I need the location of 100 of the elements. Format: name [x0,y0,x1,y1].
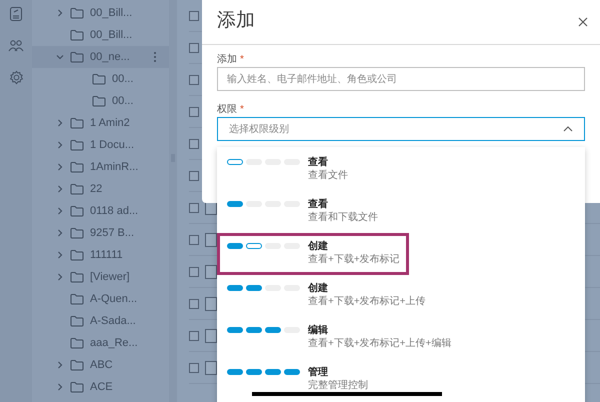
add-input-field[interactable]: 输入姓名、电子邮件地址、角色或公司 [217,67,585,91]
tree-item[interactable]: ABC [32,354,169,376]
row-checkbox[interactable] [189,298,199,308]
folder-name: 111111 [90,248,123,263]
settings-icon[interactable] [8,70,24,85]
tree-item[interactable]: 00_Bill... [32,24,169,46]
folder-name: ACE [90,380,113,395]
row-checkbox[interactable] [189,330,199,340]
document-icon[interactable] [9,6,23,22]
option-description: 查看+下载+发布标记+上传 [308,295,426,308]
folder-name: 00_Bill... [90,6,132,21]
chevron-icon[interactable] [56,163,64,171]
people-icon[interactable] [8,39,24,53]
required-mark: * [240,53,244,67]
folder-name: A-Sada... [90,314,136,329]
chevron-icon[interactable] [56,53,64,61]
tree-item[interactable]: ACE [32,376,169,398]
tree-item[interactable]: aaa_Re... [32,332,169,354]
option-description: 查看+下载+发布标记 [308,253,400,266]
tree-item[interactable]: 1 Docu... [32,134,169,156]
option-title: 查看 [308,198,329,211]
row-checkbox[interactable] [189,74,199,84]
chevron-icon[interactable] [56,9,64,17]
chevron-icon[interactable] [56,273,64,281]
folder-icon [70,161,84,173]
option-description: 查看文件 [308,169,348,182]
folder-icon [92,95,106,107]
permission-option[interactable]: 创建 查看+下载+发布标记 [217,232,585,274]
folder-icon [70,205,84,217]
chevron-icon[interactable] [56,229,64,237]
row-checkbox[interactable] [189,202,199,212]
folder-icon [70,7,84,19]
permission-option[interactable]: 查看 查看文件 [217,148,585,190]
folder-name: [Viewer] [90,270,130,285]
folder-icon [70,337,84,349]
option-title: 创建 [308,282,329,295]
tree-item[interactable]: [Viewer] [32,266,169,288]
folder-name: 1 Amin2 [90,116,130,131]
folder-icon [70,29,84,41]
folder-name: 22 [90,182,102,197]
tree-item[interactable]: 00_ne... [32,46,169,68]
tree-item[interactable]: A-Sada... [32,310,169,332]
option-description: 完整管理控制 [308,379,368,392]
option-description: 查看+下载+发布标记+上传+编辑 [308,337,452,350]
option-description: 查看和下载文件 [308,211,378,224]
tree-item[interactable]: 0118 ad... [32,200,169,222]
chevron-icon[interactable] [56,207,64,215]
folder-name: aaa_Re... [90,336,138,351]
option-title: 创建 [308,240,329,253]
folder-name: 0118 ad... [90,204,138,219]
tree-item[interactable]: 1 Amin2 [32,112,169,134]
option-title: 管理 [308,366,329,379]
row-checkbox[interactable] [189,42,199,52]
row-checkbox[interactable] [189,138,199,148]
permission-option[interactable]: 管理 完整管理控制 [217,358,585,400]
dialog-title: 添加 [217,9,255,34]
caret-icon [563,126,573,132]
folder-icon [70,249,84,261]
folder-name: 1 Docu... [90,138,134,153]
row-checkbox[interactable] [189,234,199,244]
row-checkbox[interactable] [189,106,199,116]
chevron-icon[interactable] [56,119,64,127]
chevron-icon[interactable] [56,383,64,391]
folder-icon [70,139,84,151]
permission-option[interactable]: 编辑 查看+下载+发布标记+上传+编辑 [217,316,585,358]
folder-name: 1AminR... [90,160,138,175]
tree-item[interactable]: A-Quen... [32,288,169,310]
row-checkbox[interactable] [189,266,199,276]
field-label: 权限 [217,102,237,117]
row-checkbox[interactable] [189,10,199,20]
permission-option[interactable]: 创建 查看+下载+发布标记+上传 [217,274,585,316]
permission-option[interactable]: 查看 查看和下载文件 [217,190,585,232]
row-checkbox[interactable] [189,362,199,372]
permission-select[interactable]: 选择权限级别 [217,117,585,141]
tree-item[interactable]: 111111 [32,244,169,266]
folder-name: A-Quen... [90,292,138,307]
row-checkbox[interactable] [189,170,199,180]
close-icon[interactable] [578,16,588,26]
chevron-icon[interactable] [56,361,64,369]
folder-icon [70,381,84,393]
folder-name: 00... [112,94,134,109]
tree-item[interactable]: 00... [32,68,169,90]
tree-item[interactable]: 00_Bill... [32,2,169,24]
tree-item[interactable]: 00... [32,90,169,112]
more-icon[interactable] [153,51,157,63]
tree-item[interactable]: 1AminR... [32,156,169,178]
tree-item[interactable]: 22 [32,178,169,200]
folder-icon [70,117,84,129]
folder-icon [92,73,106,85]
folder-icon [70,183,84,195]
folder-name: 9257 B... [90,226,134,241]
tree-item[interactable]: 9257 B... [32,222,169,244]
required-mark: * [240,103,244,117]
chevron-icon[interactable] [56,185,64,193]
folder-icon [70,293,84,305]
chevron-icon[interactable] [56,251,64,259]
option-title: 编辑 [308,324,329,337]
folder-icon [70,271,84,283]
folder-icon [70,359,84,371]
chevron-icon[interactable] [56,141,64,149]
